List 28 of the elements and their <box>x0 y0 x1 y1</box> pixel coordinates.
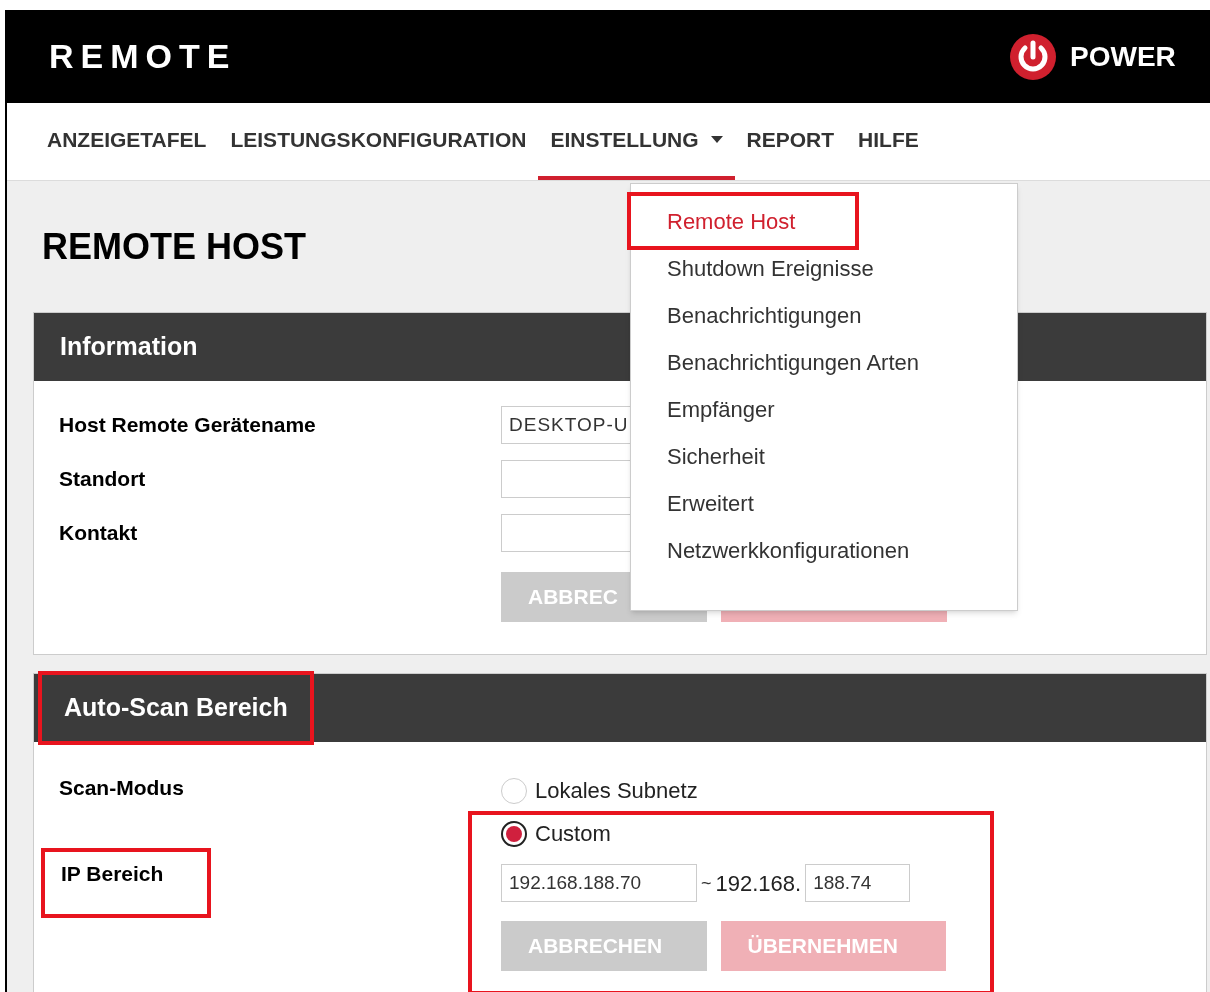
field-label: Host Remote Gerätename <box>59 412 317 439</box>
panel-title: Information <box>60 331 198 363</box>
caret-icon <box>710 136 723 143</box>
ip-start-field[interactable]: 192.168.188.70 <box>501 864 697 902</box>
app-title: REMOTE <box>49 36 237 77</box>
menu-item[interactable]: Benachrichtigungen <box>627 292 926 339</box>
field-label: Standort <box>59 466 147 493</box>
brand-name: POWER <box>1070 39 1176 74</box>
page-title: REMOTE HOST <box>42 224 306 269</box>
radio-button[interactable] <box>501 820 527 847</box>
field-label: IP Bereich <box>41 848 212 918</box>
range-separator: ~ <box>701 871 712 895</box>
nav-tab[interactable]: HILFE <box>846 103 931 180</box>
radio-option[interactable]: Custom <box>501 815 946 852</box>
radio-option[interactable]: Lokales Subnetz <box>501 772 994 809</box>
nav-tab[interactable]: ANZEIGETAFEL <box>35 103 219 180</box>
ip-prefix: 192.168. <box>715 869 802 898</box>
menu-item[interactable]: Remote Host <box>627 192 860 250</box>
nav-tab[interactable]: LEISTUNGSKONFIGURATION <box>218 103 539 180</box>
power-logo-icon <box>1010 33 1056 80</box>
ip-end-field[interactable]: 188.74 <box>805 864 911 902</box>
field-label: Scan-Modus <box>59 775 185 798</box>
menu-item[interactable]: Netzwerkkonfigurationen <box>627 527 974 574</box>
menu-item[interactable]: Benachrichtigungen Arten <box>627 339 983 386</box>
menu-item[interactable]: Erweitert <box>627 480 818 527</box>
nav-tab[interactable]: REPORT <box>734 103 847 180</box>
field-label: Kontakt <box>59 520 139 547</box>
panel-title: Auto-Scan Bereich <box>38 671 314 745</box>
